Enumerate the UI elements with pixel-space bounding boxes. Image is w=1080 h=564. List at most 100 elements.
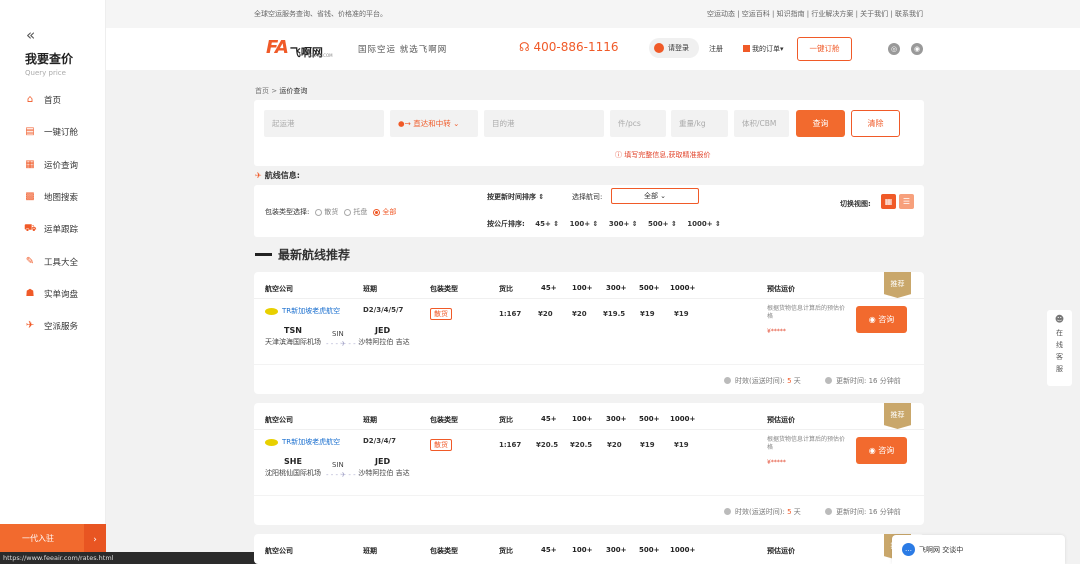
col-45: 45+ [541,284,557,292]
sidebar-item-tools[interactable]: ✎ 工具大全 [24,254,78,270]
sort-by-kg: 按公斤排序: 45+ ⇕ 100+ ⇕ 300+ ⇕ 500+ ⇕ 1000+ … [487,219,721,229]
dest-code: JED [375,326,391,335]
join-button[interactable]: 一代入驻 › [0,524,106,552]
sidebar-item-booking[interactable]: ▤ 一键订舱 [24,124,78,140]
radio-bulk[interactable] [315,208,323,216]
recommend-badge: 推荐 [884,272,911,298]
transit-time-unit: 天 [793,508,801,516]
sidebar-item-map-search[interactable]: ▩ 地图搜索 [24,189,78,205]
airline-name: TR新加坡老虎航空 [282,307,341,315]
weibo-icon[interactable]: ◉ [911,43,923,55]
sidebar-item-label: 运单跟踪 [44,225,79,235]
col-45: 45+ [541,546,557,554]
my-orders-menu[interactable]: 我的订单▾ [743,44,784,54]
consult-button[interactable]: ◉ 咨询 [856,306,907,333]
login-button[interactable]: 请登录 [649,38,699,58]
origin-input[interactable]: 起运港 [264,110,384,137]
col-1000: 1000+ [670,284,696,292]
col-schedule: 班期 [363,416,377,424]
latest-routes-heading: 最新航线推荐 [255,246,350,263]
sort-kg-100[interactable]: 100+ ⇕ [570,220,599,228]
airline-select[interactable]: 全部 ⌄ [611,188,699,204]
register-link[interactable]: 注册 [709,44,723,54]
schedule: D2/3/4/7 [363,437,396,445]
logo-mark: FA [266,37,289,58]
sidebar-item-home[interactable]: ⌂ 首页 [24,92,61,108]
route-card: 航空公司 班期 包装类型 货比 45+ 100+ 300+ 500+ 1000+… [254,534,924,564]
origin-code: SHE [284,457,302,466]
sidebar-title: 我要查价 [25,52,74,66]
col-pack-type: 包装类型 [430,285,458,293]
my-orders-label: 我的订单▾ [752,45,784,53]
airline-logo-icon [265,307,278,315]
recommend-badge: 推荐 [884,403,911,429]
col-estimate: 预估运价 [767,547,795,555]
sidebar-subtitle: Query price [25,69,66,77]
transit-time-value: 5 [787,508,792,516]
slogan: 国际空运 就选飞啊网 [358,45,448,55]
top-links[interactable]: 空运动态 | 空运百科 | 知识指南 | 行业解决方案 | 关于我们 | 联系我… [707,9,923,19]
sidebar: « 我要查价 Query price ⌂ 首页 ▤ 一键订舱 ▦ 运价查询 ▩ 地图搜索… [0,0,106,564]
radio-all[interactable] [373,208,381,216]
logo[interactable]: FA 飞啊网 FEEAIR.COM [266,37,333,58]
destination-input[interactable]: 目的港 [484,110,604,137]
sort-by-update-time[interactable]: 按更新时间排序 ⇕ [487,192,544,202]
truck-icon: ⛟ [24,223,37,234]
sort-kg-45[interactable]: 45+ ⇕ [535,220,559,228]
col-1000: 1000+ [670,546,696,554]
collapse-icon[interactable]: « [26,26,35,44]
airline-link[interactable]: TR新加坡老虎航空 [265,306,340,316]
divider [254,298,924,299]
col-ratio: 货比 [499,416,513,424]
breadcrumb-home[interactable]: 首页 [255,87,269,95]
volume-input[interactable]: 体积/CBM [734,110,789,137]
airline-filter-label: 选择航司: [572,193,603,201]
pack-type-tag: 散货 [430,439,452,451]
airline-link[interactable]: TR新加坡老虎航空 [265,437,340,447]
sidebar-item-tracking[interactable]: ⛟ 运单跟踪 [24,221,78,237]
breadcrumb-separator: > [271,87,278,95]
divider [254,364,924,365]
sort-kg-300[interactable]: 300+ ⇕ [609,220,638,228]
headset-icon: ☻ [1054,315,1065,325]
col-100: 100+ [572,546,593,554]
update-time: 更新时间: 16 分钟前 [825,376,901,386]
map-icon: ▩ [25,191,35,202]
clear-button[interactable]: 清除 [851,110,900,137]
sidebar-item-air-service[interactable]: ✈ 空派服务 [24,318,78,334]
pack-type-filter: 包装类型选择: 散货 托盘 全部 [265,207,396,217]
price-1000: ¥19 [674,310,689,318]
chat-widget[interactable]: … 飞啊网 交谈中 [892,535,1065,564]
origin-name: 天津滨海国际机场 [265,338,321,346]
estimate-masked: ¥***** [767,459,786,466]
route-type-select[interactable]: ●→ 直达和中转 ⌄ [390,110,478,137]
online-service-button[interactable]: ☻ 在线客服 [1047,310,1072,386]
update-label: 更新时间: [836,508,867,516]
col-45: 45+ [541,415,557,423]
col-1000: 1000+ [670,415,696,423]
radio-pallet[interactable] [344,208,352,216]
breadcrumb: 首页 > 运价查询 [255,86,307,96]
query-button[interactable]: 查询 [796,110,845,137]
sidebar-item-label: 实单询盘 [44,290,79,300]
radio-label: 全部 [382,208,397,216]
transit-code: SIN [332,461,344,469]
sidebar-item-inquiry[interactable]: ☗ 实单询盘 [24,286,79,302]
wechat-icon[interactable]: ◎ [888,43,900,55]
sort-kg-500[interactable]: 500+ ⇕ [648,220,677,228]
weight-input[interactable]: 重量/kg [671,110,728,137]
clock-icon [825,508,832,515]
grid-view-icon[interactable]: ▦ [881,194,896,209]
sort-kg-1000[interactable]: 1000+ ⇕ [687,220,721,228]
search-hint: ⓘ 填写完整信息,获取精准报价 [615,151,711,159]
airline-logo-icon [265,438,278,446]
consult-button[interactable]: ◉ 咨询 [856,437,907,464]
col-schedule: 班期 [363,547,377,555]
chat-label: 飞啊网 交谈中 [919,545,964,554]
freight-rate-icon: ▦ [25,159,35,170]
list-view-icon[interactable]: ☰ [899,194,914,209]
sidebar-item-freight-rate[interactable]: ▦ 运价查询 [24,157,78,173]
chat-bubble-icon: … [902,543,915,556]
pcs-input[interactable]: 件/pcs [610,110,666,137]
one-click-booking-button[interactable]: 一键订舱 [797,37,852,61]
